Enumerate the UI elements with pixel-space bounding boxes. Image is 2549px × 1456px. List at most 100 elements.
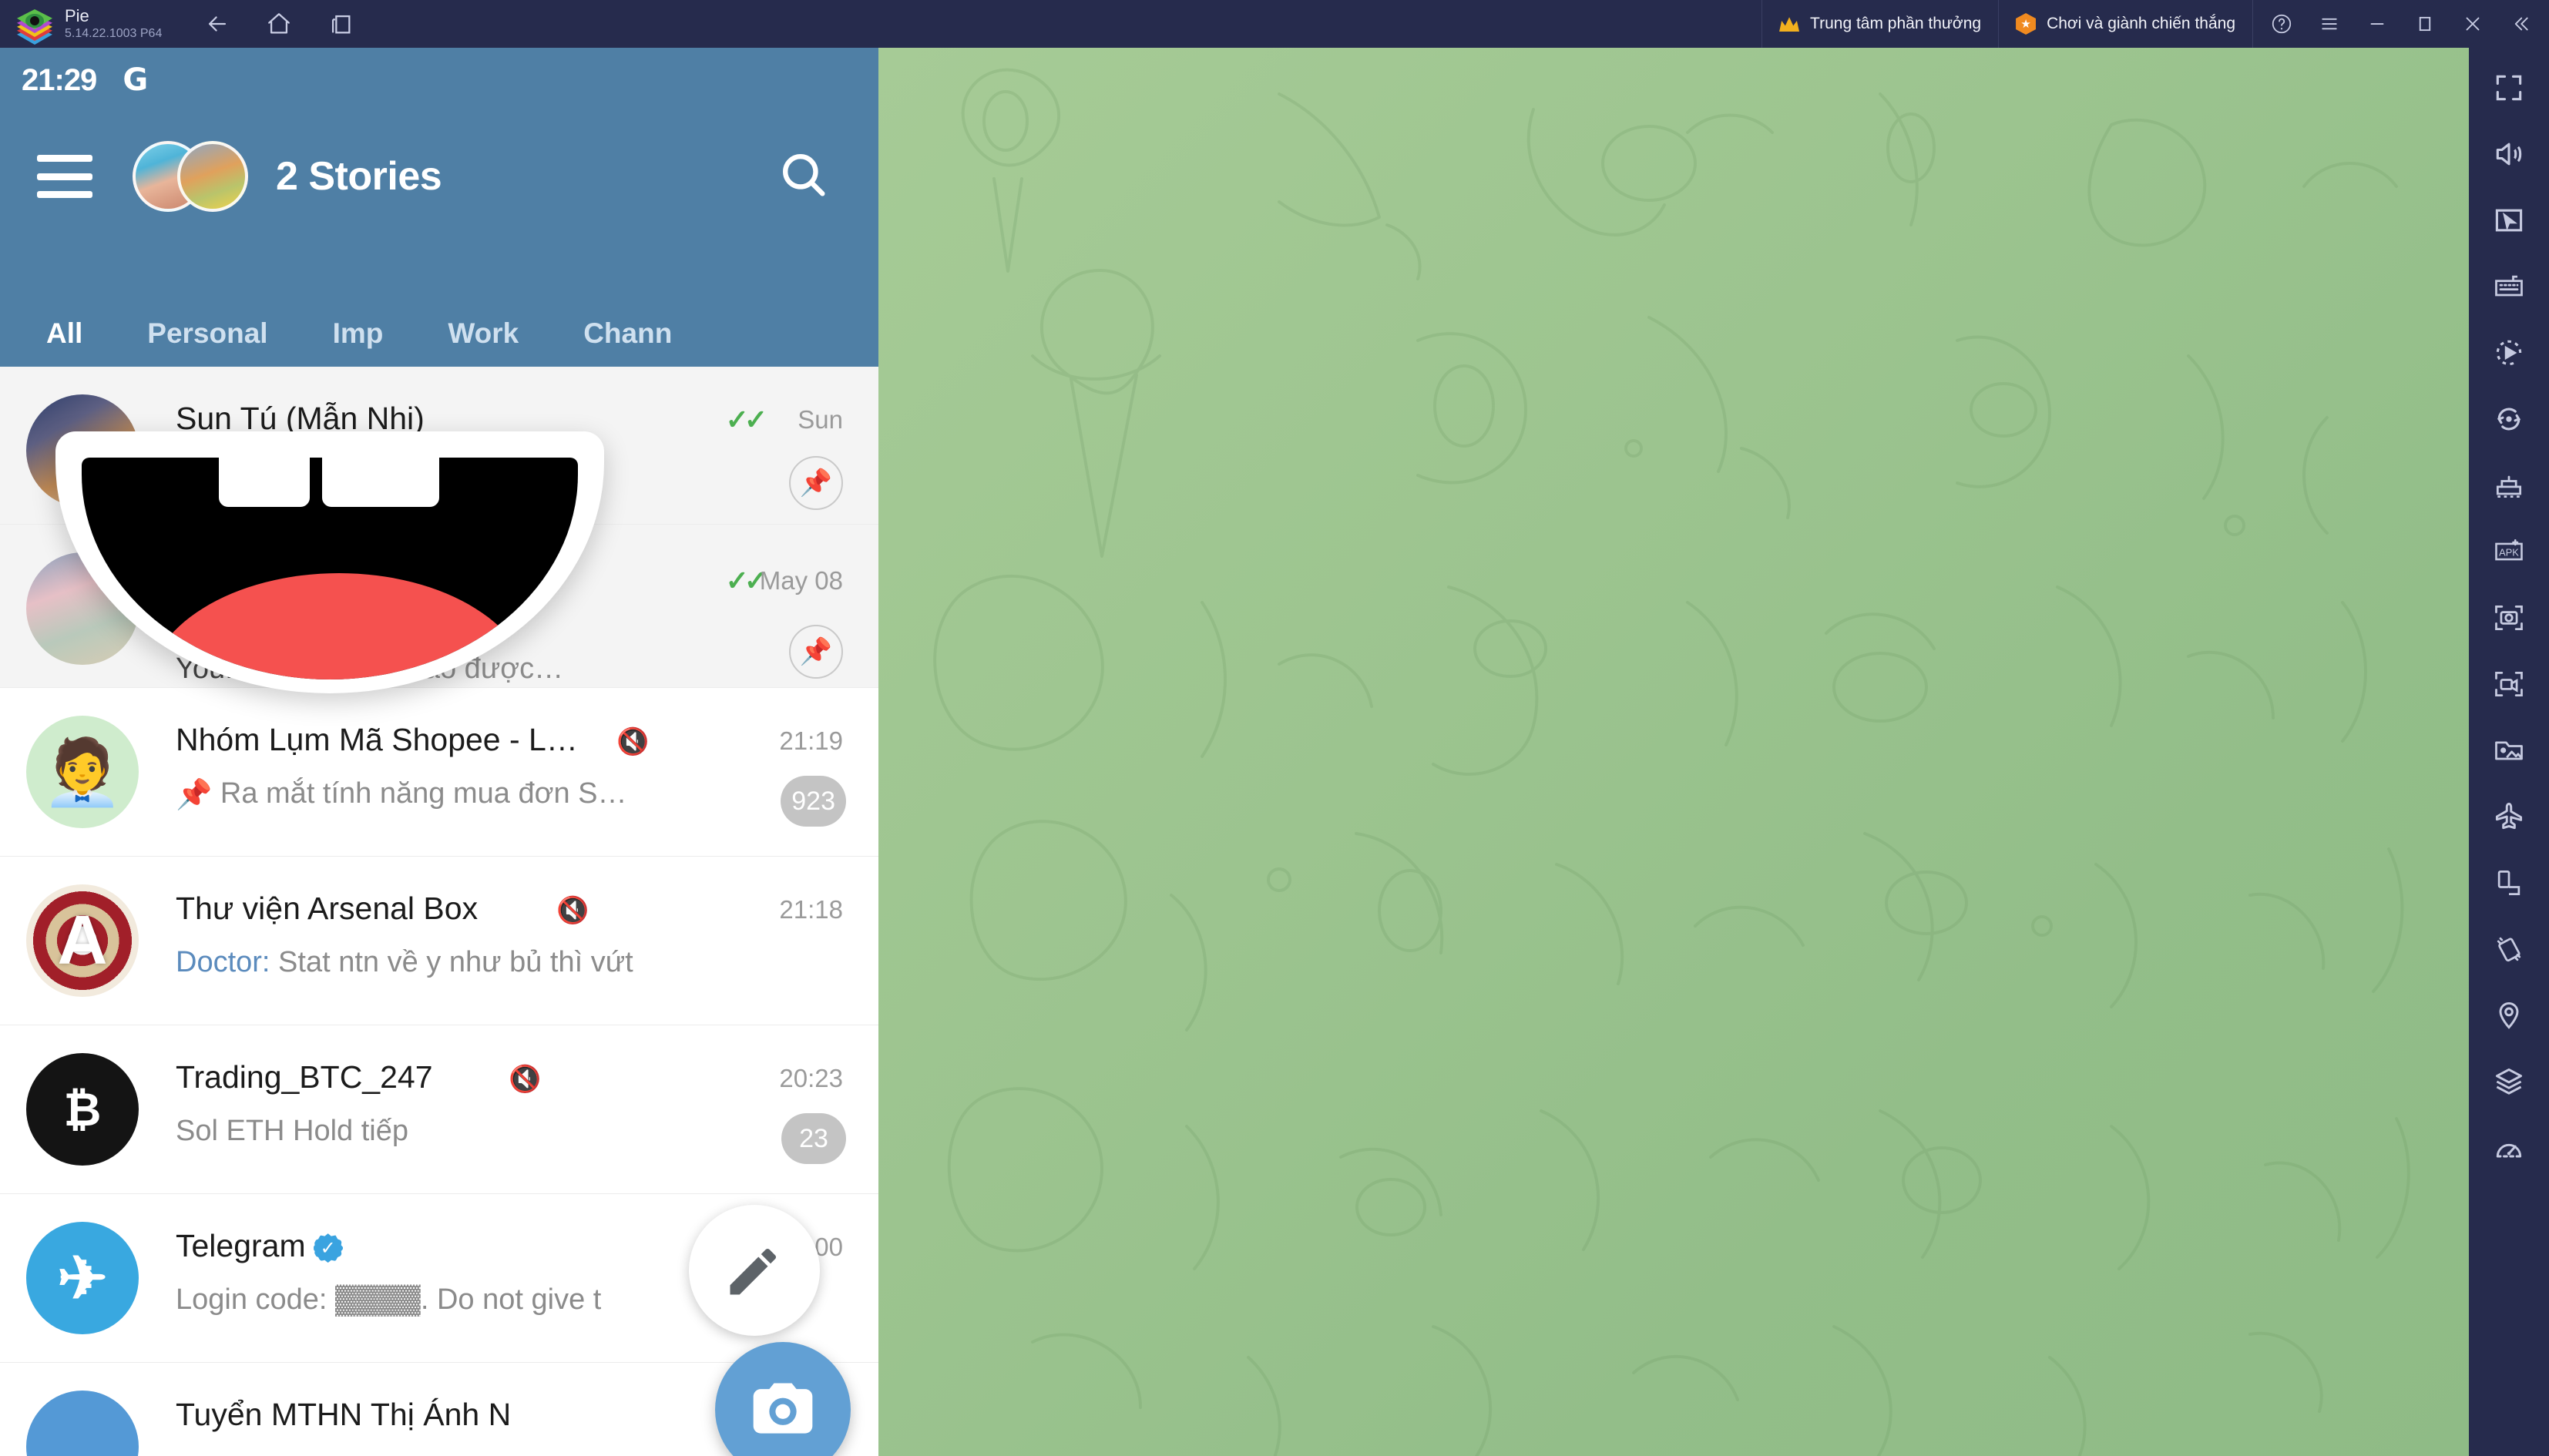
- telegram-toolbar: 2 Stories: [0, 119, 878, 234]
- record-screen-icon[interactable]: [2483, 658, 2535, 710]
- chat-title-text: Telegram: [176, 1228, 306, 1263]
- table-row[interactable]: 🧑‍💼 Nhóm Lụm Mã Shopee - L… 🔇 📌 Ra mắt t…: [0, 688, 878, 857]
- chat-time: Sun: [798, 405, 843, 434]
- avatar-letter: A: [57, 901, 108, 979]
- chat-subtitle-text: Ra mắt tính năng mua đơn S…: [220, 777, 627, 810]
- crown-icon: [1779, 17, 1800, 32]
- read-ticks-icon: ✓✓: [725, 404, 767, 435]
- compose-fab[interactable]: [689, 1205, 820, 1336]
- avatar-crypto: ₿: [63, 1083, 102, 1136]
- mute-icon: 🔇: [556, 896, 589, 925]
- tab-imp[interactable]: Imp: [333, 317, 384, 361]
- hamburger-menu-icon[interactable]: [37, 155, 92, 198]
- statusbar-clock: 21:29: [22, 62, 97, 97]
- macro-play-icon[interactable]: [2483, 327, 2535, 379]
- app-title-block: Pie 5.14.22.1003 P64: [52, 4, 162, 44]
- android-screen: 21:29 G 2 Stories All Personal Imp Work …: [0, 48, 878, 1456]
- table-row[interactable]: A Thư viện Arsenal Box 🔇 Doctor: Stat nt…: [0, 857, 878, 1025]
- read-ticks-icon: ✓✓: [725, 565, 767, 596]
- android-statusbar: 21:29 G: [0, 48, 878, 112]
- chat-subtitle-text: Stat ntn về y như bủ thì vứt: [278, 946, 633, 978]
- rotate-icon[interactable]: [2483, 857, 2535, 909]
- titlebar: Pie 5.14.22.1003 P64 Trung tâm phần thưở…: [0, 0, 2549, 48]
- avatar[interactable]: 🧑‍💼: [26, 716, 139, 828]
- emoji-tongue: [146, 573, 532, 679]
- tab-channels[interactable]: Chann: [583, 317, 672, 361]
- home-icon[interactable]: [264, 8, 294, 39]
- chat-title: Thư viện Arsenal Box: [176, 891, 479, 926]
- svg-text:APK: APK: [2499, 547, 2519, 559]
- telegram-header: 21:29 G 2 Stories All Personal Imp Work …: [0, 48, 878, 367]
- screenshot-icon[interactable]: [2483, 592, 2535, 644]
- verified-badge-icon: ✓: [313, 1233, 343, 1263]
- chat-time: 21:19: [779, 726, 843, 755]
- avatar[interactable]: [26, 1391, 139, 1456]
- keyboard-icon[interactable]: [2483, 260, 2535, 313]
- help-icon[interactable]: [2258, 0, 2306, 48]
- titlebar-right: Trung tâm phần thưởng ★ Chơi và giành ch…: [1761, 0, 2549, 48]
- chat-title: Nhóm Lụm Mã Shopee - L…: [176, 722, 578, 757]
- chat-filter-tabs: All Personal Imp Work Chann: [0, 317, 878, 367]
- story-avatar-2[interactable]: [177, 141, 248, 212]
- close-icon[interactable]: [2449, 0, 2497, 48]
- camera-icon: [753, 1383, 813, 1434]
- medal-icon: ★: [2016, 13, 2037, 35]
- bluestacks-sidebar: APK: [2469, 48, 2549, 1456]
- chat-title: Tuyển MTHN Thị Ánh N: [176, 1397, 512, 1432]
- speedometer-icon[interactable]: [2483, 1122, 2535, 1174]
- minimize-icon[interactable]: [2353, 0, 2401, 48]
- tab-all[interactable]: All: [46, 317, 82, 361]
- emoji-tooth: [322, 458, 439, 507]
- airplane-icon[interactable]: [2483, 790, 2535, 843]
- chat-sender-prefix: Doctor:: [176, 946, 270, 978]
- search-icon[interactable]: [774, 145, 832, 203]
- rewards-center-button[interactable]: Trung tâm phần thưởng: [1761, 0, 1998, 48]
- cursor-icon[interactable]: [2483, 194, 2535, 247]
- back-icon[interactable]: [202, 8, 233, 39]
- android-wallpaper: [878, 48, 2469, 1456]
- shake-icon[interactable]: [2483, 923, 2535, 975]
- recents-icon[interactable]: [325, 8, 356, 39]
- wallpaper-doodles: [933, 68, 2410, 1456]
- avatar[interactable]: ✈: [26, 1222, 139, 1334]
- unread-badge: 923: [781, 776, 846, 827]
- pin-icon: 📌: [789, 625, 843, 679]
- stories-avatars[interactable]: [133, 141, 248, 212]
- app-version: 5.14.22.1003 P64: [65, 27, 163, 40]
- table-row[interactable]: ₿ Trading_BTC_247 🔇 Sol ETH Hold tiếp 20…: [0, 1025, 878, 1194]
- chat-subtitle: 📌 Ra mắt tính năng mua đơn S…: [176, 777, 627, 812]
- chat-time: 21:18: [779, 895, 843, 924]
- play-and-win-label: Chơi và giành chiến thắng: [2047, 15, 2235, 32]
- collapse-sidebar-icon[interactable]: [2497, 0, 2544, 48]
- play-and-win-button[interactable]: ★ Chơi và giành chiến thắng: [1998, 0, 2252, 48]
- media-manager-icon[interactable]: [2483, 724, 2535, 777]
- multi-instance-icon[interactable]: [2483, 459, 2535, 512]
- stories-label[interactable]: 2 Stories: [276, 153, 442, 200]
- avatar-memoji: 🧑‍💼: [42, 735, 123, 808]
- avatar[interactable]: A: [26, 884, 139, 997]
- layers-icon[interactable]: [2483, 1055, 2535, 1108]
- chat-title: Trading_BTC_247: [176, 1059, 433, 1095]
- chat-title: Telegram ✓: [176, 1228, 343, 1264]
- location-icon[interactable]: [2483, 989, 2535, 1042]
- install-apk-icon[interactable]: APK: [2483, 525, 2535, 578]
- emoji-tooth: [219, 458, 310, 507]
- volume-icon[interactable]: [2483, 128, 2535, 180]
- tab-personal[interactable]: Personal: [147, 317, 267, 361]
- chat-time: May 08: [759, 566, 843, 595]
- maximize-icon[interactable]: [2401, 0, 2449, 48]
- tab-work[interactable]: Work: [448, 317, 519, 361]
- bluestacks-logo-icon: [17, 6, 52, 45]
- menu-icon[interactable]: [2306, 0, 2353, 48]
- avatar[interactable]: ₿: [26, 1053, 139, 1166]
- fullscreen-icon[interactable]: [2483, 62, 2535, 114]
- google-icon: G: [123, 62, 149, 98]
- window-controls: [2252, 0, 2549, 48]
- app-name: Pie: [65, 6, 89, 25]
- unread-badge: 23: [781, 1113, 846, 1164]
- chat-subtitle: Doctor: Stat ntn về y như bủ thì vứt: [176, 946, 633, 979]
- chat-time: 20:23: [779, 1064, 843, 1092]
- sync-icon[interactable]: [2483, 393, 2535, 445]
- pencil-icon: [730, 1249, 776, 1295]
- mute-icon: 🔇: [509, 1065, 542, 1094]
